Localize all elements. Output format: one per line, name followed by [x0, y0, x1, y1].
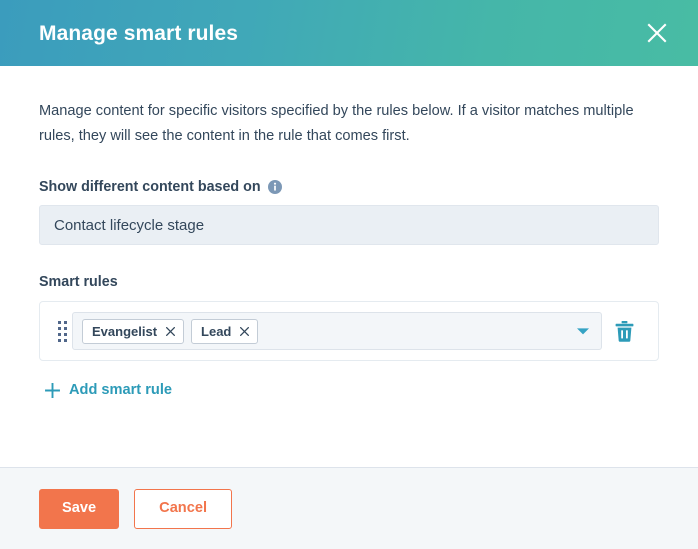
criteria-select-value: Contact lifecycle stage — [54, 216, 205, 234]
tag-chip: Lead — [191, 318, 259, 344]
criteria-label-row: Show different content based on — [39, 179, 659, 195]
smart-rules-label: Smart rules — [39, 274, 118, 291]
delete-rule-button[interactable] — [602, 320, 646, 342]
add-smart-rule-button[interactable]: Add smart rule — [45, 382, 172, 398]
tag-remove-button[interactable] — [240, 326, 250, 336]
close-icon — [646, 22, 668, 44]
modal-footer: Save Cancel — [0, 467, 698, 549]
chevron-down-icon[interactable] — [573, 327, 593, 336]
tag-chip: Evangelist — [82, 318, 185, 344]
save-button[interactable]: Save — [39, 488, 120, 529]
tag-label: Lead — [201, 323, 232, 339]
drag-handle-icon[interactable] — [52, 319, 72, 343]
trash-icon — [615, 320, 634, 342]
smart-rules-container: Evangelist Lead — [39, 301, 659, 362]
smart-rule-row: Evangelist Lead — [52, 312, 646, 351]
page-title: Manage smart rules — [39, 21, 239, 45]
criteria-label: Show different content based on — [39, 179, 261, 196]
plus-icon — [45, 382, 60, 398]
tag-label: Evangelist — [92, 323, 158, 339]
info-circle-icon[interactable] — [267, 180, 282, 195]
cancel-button[interactable]: Cancel — [134, 488, 233, 529]
tag-remove-button[interactable] — [166, 326, 176, 336]
criteria-select[interactable]: Contact lifecycle stage — [39, 205, 659, 246]
smart-rule-value-select[interactable]: Evangelist Lead — [72, 312, 602, 351]
selected-tags: Evangelist Lead — [82, 318, 567, 344]
modal-body: Manage content for specific visitors spe… — [0, 66, 698, 467]
add-smart-rule-label: Add smart rule — [69, 382, 172, 399]
modal-header: Manage smart rules — [0, 0, 698, 66]
intro-text: Manage content for specific visitors spe… — [39, 103, 634, 145]
close-modal-button[interactable] — [638, 14, 676, 52]
manage-smart-rules-modal: Manage smart rules Manage content for sp… — [0, 0, 698, 549]
